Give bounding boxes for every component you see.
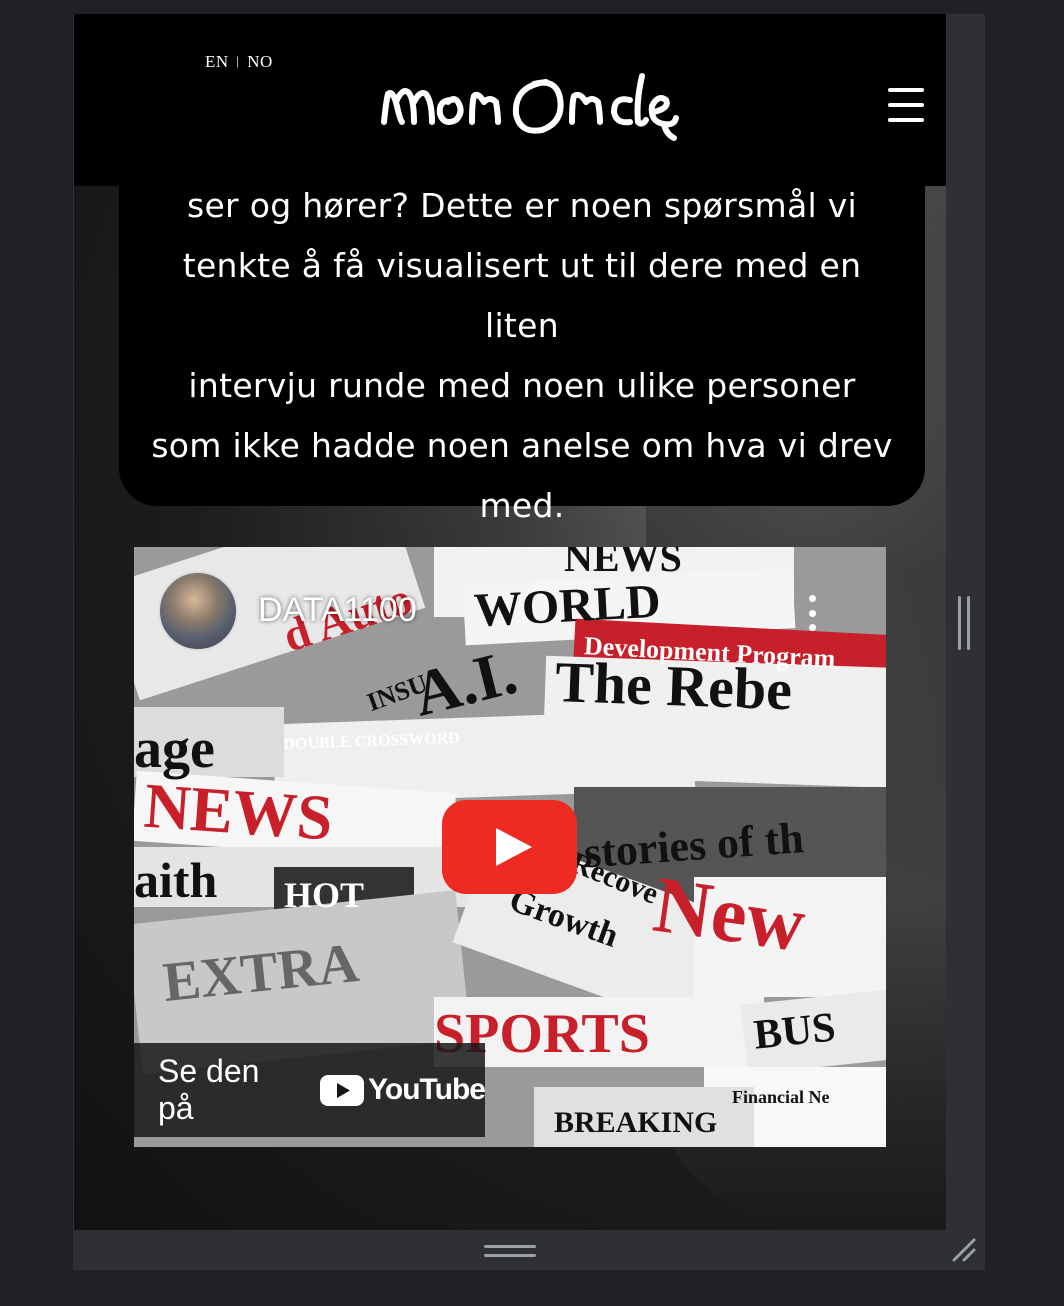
svg-text:HOT: HOT <box>284 875 364 915</box>
lang-separator: | <box>236 53 240 68</box>
youtube-wordmark: YouTube <box>368 1073 486 1106</box>
paragraph-line: ser og hører? Dette er noen spørsmål vi <box>186 186 858 225</box>
hamburger-line <box>888 103 924 107</box>
lang-en-link[interactable]: EN <box>205 52 229 71</box>
svg-text:aith: aith <box>134 852 218 908</box>
resize-handle-right[interactable] <box>958 596 970 650</box>
kebab-dot <box>808 609 816 617</box>
handle-bar <box>484 1245 536 1248</box>
svg-text:NEWS: NEWS <box>142 770 335 854</box>
site-logo[interactable] <box>374 62 684 152</box>
intro-paragraph: ser og hører? Dette er noen spørsmål vi … <box>149 176 895 536</box>
watch-on-youtube-button[interactable]: Se den på YouTube <box>134 1043 486 1137</box>
svg-text:Financial Ne: Financial Ne <box>732 1087 830 1107</box>
paragraph-line: intervju runde med noen ulike personer <box>188 366 856 405</box>
kebab-dot <box>808 595 816 602</box>
paragraph-line: som ikke hadde noen anelse om hva vi dre… <box>151 426 893 465</box>
mon-oncle-logo-icon <box>381 73 679 141</box>
paragraph-line: med. <box>479 486 565 525</box>
lang-no-link[interactable]: NO <box>247 52 273 71</box>
site-header: EN | NO <box>74 14 946 186</box>
kebab-menu-icon[interactable] <box>802 595 822 631</box>
resize-corner-icon[interactable] <box>950 1236 978 1264</box>
youtube-logo-icon <box>320 1074 365 1106</box>
youtube-play-button[interactable] <box>442 800 577 894</box>
youtube-play-icon <box>442 800 577 894</box>
language-switcher: EN | NO <box>205 52 273 72</box>
handle-bar <box>958 596 961 650</box>
svg-text:BREAKING: BREAKING <box>554 1106 717 1139</box>
video-channel-title[interactable]: DATA1100 <box>258 591 417 630</box>
youtube-logo: YouTube <box>320 1073 486 1107</box>
resize-handle-bottom[interactable] <box>484 1245 536 1257</box>
svg-text:NEWS: NEWS <box>564 547 682 580</box>
page-viewport: EN | NO ser og hører? Dette er noen spør… <box>74 14 946 1230</box>
svg-text:The Rebe: The Rebe <box>554 649 793 722</box>
handle-bar <box>967 596 970 650</box>
handle-bar <box>484 1254 536 1257</box>
svg-text:BUS: BUS <box>752 1004 838 1058</box>
watch-on-label: Se den på <box>158 1053 260 1126</box>
paragraph-line: tenkte å få visualisert ut til dere med … <box>182 246 862 345</box>
hamburger-line <box>888 118 924 122</box>
youtube-embed[interactable]: WORLD NEWS Development Program The Rebe … <box>134 547 886 1147</box>
kebab-dot <box>808 624 816 631</box>
hamburger-line <box>888 88 924 92</box>
channel-avatar[interactable] <box>158 571 238 651</box>
hamburger-menu-button[interactable] <box>888 88 924 122</box>
svg-text:WORLD: WORLD <box>473 575 662 638</box>
